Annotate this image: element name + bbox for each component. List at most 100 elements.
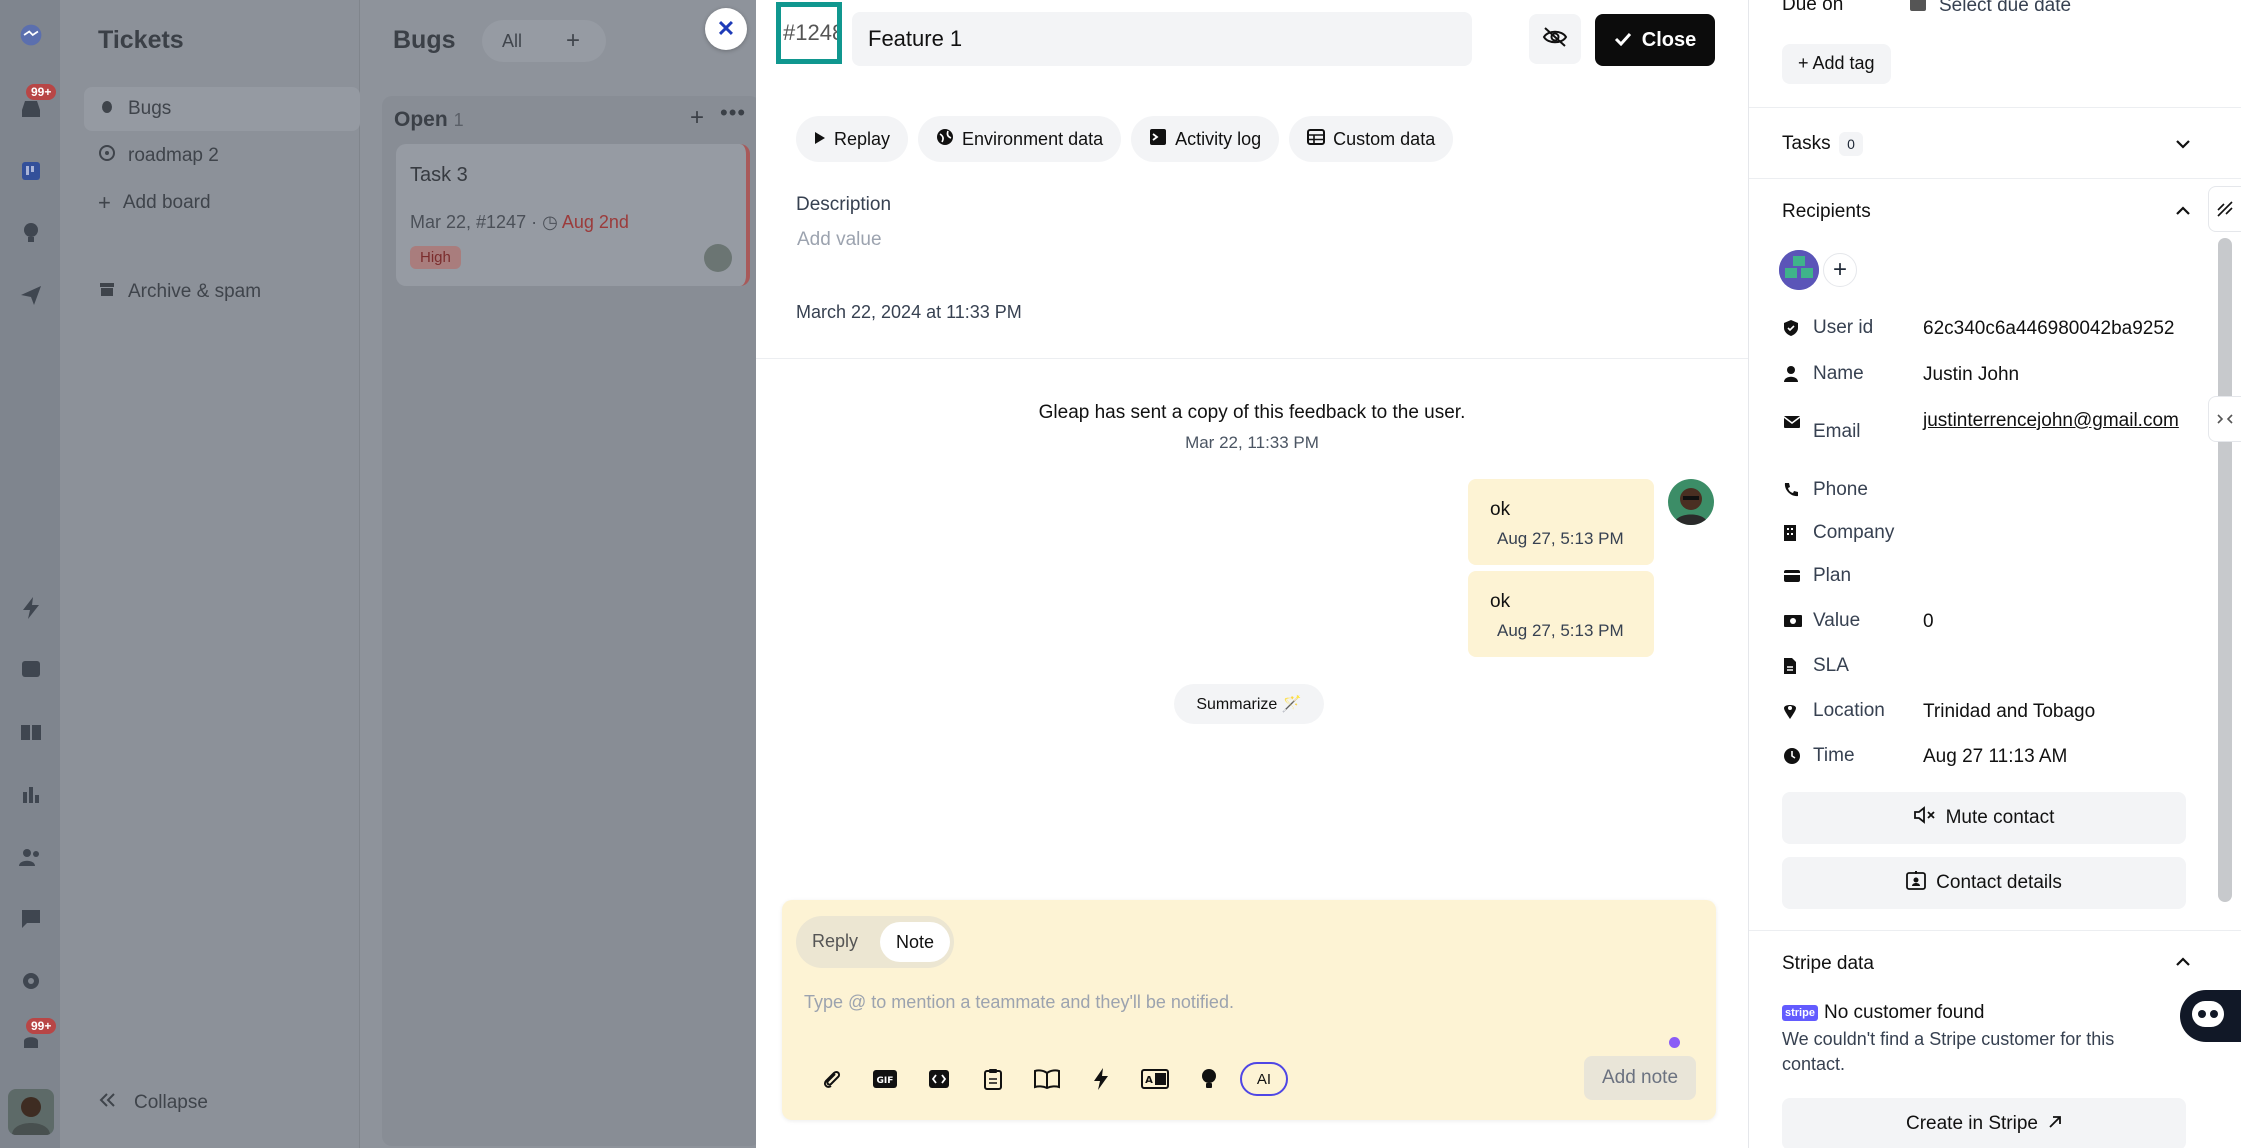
field-value[interactable] — [1923, 522, 2203, 544]
field-key: Value — [1813, 610, 1861, 631]
field-value[interactable]: 0 — [1923, 610, 2203, 634]
chevron-down-icon[interactable] — [2173, 134, 2193, 154]
column-name: Open — [394, 108, 448, 131]
shield-icon — [1783, 317, 1813, 339]
collapse-panel-icon[interactable] — [2208, 396, 2241, 442]
tickets-icon[interactable] — [18, 158, 44, 184]
expand-panel-icon[interactable] — [2208, 186, 2241, 232]
add-note-button[interactable]: Add note — [1584, 1056, 1696, 1100]
close-label: Close — [1641, 28, 1697, 51]
mode-note-tab[interactable]: Note — [880, 922, 950, 962]
card-meta: Mar 22, #1247 · ◷ Aug 2nd — [410, 212, 629, 233]
book-open-icon[interactable] — [1020, 1062, 1074, 1096]
visibility-toggle[interactable] — [1529, 14, 1581, 64]
create-in-stripe-button[interactable]: Create in Stripe — [1782, 1098, 2186, 1148]
mute-contact-label: Mute contact — [1945, 807, 2055, 828]
bolt-icon[interactable] — [18, 595, 44, 621]
lightbulb-icon[interactable] — [1182, 1062, 1236, 1096]
field-key: SLA — [1813, 655, 1849, 676]
collapse-label: Collapse — [134, 1092, 208, 1113]
email-link[interactable]: justinterrencejohn@gmail.com — [1923, 409, 2203, 443]
field-user-id: User id 62c340c6a446980042ba9252 — [1783, 317, 2203, 341]
composer-input[interactable]: Type @ to mention a teammate and they'll… — [804, 992, 1234, 1013]
field-key: Company — [1813, 522, 1895, 543]
ai-assist-button[interactable]: AI — [1240, 1062, 1288, 1096]
lightbulb-icon[interactable] — [18, 220, 44, 246]
sidebar-item-archive[interactable]: Archive & spam — [84, 270, 398, 314]
add-board-button[interactable]: + Add board — [84, 181, 398, 225]
bolt-icon[interactable] — [1074, 1062, 1128, 1096]
money-icon — [1783, 610, 1813, 632]
logo-icon[interactable] — [18, 22, 44, 48]
add-filter-plus-icon[interactable]: + — [566, 27, 580, 55]
environment-data-button[interactable]: Environment data — [918, 116, 1122, 162]
bot-icon — [2190, 999, 2226, 1034]
stripe-description: We couldn't find a Stripe customer for t… — [1782, 1029, 2115, 1074]
support-bot-launcher[interactable] — [2180, 990, 2241, 1042]
recipient-avatar[interactable] — [1779, 250, 1819, 290]
translate-icon[interactable]: A — [1128, 1062, 1182, 1096]
sidebar-item-label: Bugs — [128, 98, 172, 119]
filter-all-tab[interactable]: All — [502, 31, 522, 52]
gif-icon[interactable]: GIF — [858, 1062, 912, 1096]
current-user-avatar[interactable] — [8, 1089, 54, 1135]
chart-icon[interactable] — [18, 781, 44, 807]
details-scrollbar[interactable] — [2218, 238, 2232, 902]
attachment-icon[interactable] — [804, 1062, 858, 1096]
chevron-up-icon[interactable] — [2173, 201, 2193, 221]
gear-icon[interactable] — [18, 968, 44, 994]
stripe-section-title[interactable]: Stripe data — [1782, 953, 1874, 975]
calendar-icon — [1909, 0, 1927, 18]
summarize-button[interactable]: Summarize 🪄 — [1174, 684, 1324, 724]
ticket-title-input[interactable]: Feature 1 — [852, 12, 1472, 66]
field-value[interactable] — [1923, 565, 2203, 587]
ticket-toolbar: Replay Environment data Activity log Cus… — [796, 116, 1454, 162]
replay-button[interactable]: Replay — [796, 116, 909, 162]
svg-text:A: A — [1145, 1075, 1153, 1086]
system-message: Gleap has sent a copy of this feedback t… — [1038, 402, 1466, 423]
field-key: Location — [1813, 700, 1885, 721]
collapse-button[interactable]: Collapse — [98, 1092, 208, 1114]
card-title: Task 3 — [410, 164, 468, 186]
sidebar-item-bugs[interactable]: Bugs — [84, 87, 360, 131]
replay-label: Replay — [834, 128, 891, 149]
board-title: Bugs — [393, 26, 456, 54]
add-recipient-button[interactable]: + — [1823, 253, 1857, 287]
send-icon[interactable] — [18, 282, 44, 308]
users-icon[interactable] — [18, 844, 44, 870]
stripe-logo-icon: stripe — [1782, 1005, 1818, 1021]
recipients-section-title[interactable]: Recipients — [1782, 201, 1871, 223]
terminal-icon — [1149, 128, 1167, 151]
message-square-icon[interactable] — [18, 906, 44, 932]
description-input[interactable]: Add value — [797, 229, 882, 251]
custom-data-button[interactable]: Custom data — [1289, 116, 1454, 162]
book-icon[interactable] — [18, 719, 44, 745]
clipboard-icon[interactable] — [966, 1062, 1020, 1096]
chevron-up-icon[interactable] — [2173, 952, 2193, 972]
ticket-card[interactable]: Task 3 Mar 22, #1247 · ◷ Aug 2nd High — [396, 144, 750, 286]
close-ticket-button[interactable]: Close — [1595, 14, 1715, 66]
due-date-picker[interactable]: Select due date — [1909, 0, 2071, 18]
tasks-section-title[interactable]: Tasks — [1782, 133, 1831, 155]
activity-log-button[interactable]: Activity log — [1131, 116, 1280, 162]
section-divider — [1749, 930, 2241, 931]
mode-reply-tab[interactable]: Reply — [812, 931, 858, 952]
chat-icon[interactable] — [18, 657, 44, 683]
contact-details-button[interactable]: Contact details — [1782, 857, 2186, 909]
eye-off-icon — [1542, 26, 1568, 53]
sidebar-item-roadmap-2[interactable]: roadmap 2 — [84, 134, 398, 178]
field-value[interactable] — [1923, 479, 2203, 501]
mute-contact-button[interactable]: Mute contact — [1782, 792, 2186, 844]
sidebar-title: Tickets — [98, 26, 184, 54]
card-assignee-avatar — [704, 244, 732, 272]
custom-data-label: Custom data — [1333, 128, 1436, 149]
column-more-icon[interactable]: ••• — [720, 100, 746, 126]
field-time: Time Aug 27 11:13 AM — [1783, 745, 2203, 769]
add-card-plus-icon[interactable]: + — [690, 104, 704, 132]
field-plan: Plan — [1783, 565, 2203, 587]
plus-icon: + — [98, 190, 111, 215]
code-block-icon[interactable] — [912, 1062, 966, 1096]
system-message-time: Mar 22, 11:33 PM — [1185, 433, 1319, 452]
close-modal-button[interactable]: ✕ — [705, 8, 747, 50]
add-tag-button[interactable]: + Add tag — [1782, 44, 1891, 84]
